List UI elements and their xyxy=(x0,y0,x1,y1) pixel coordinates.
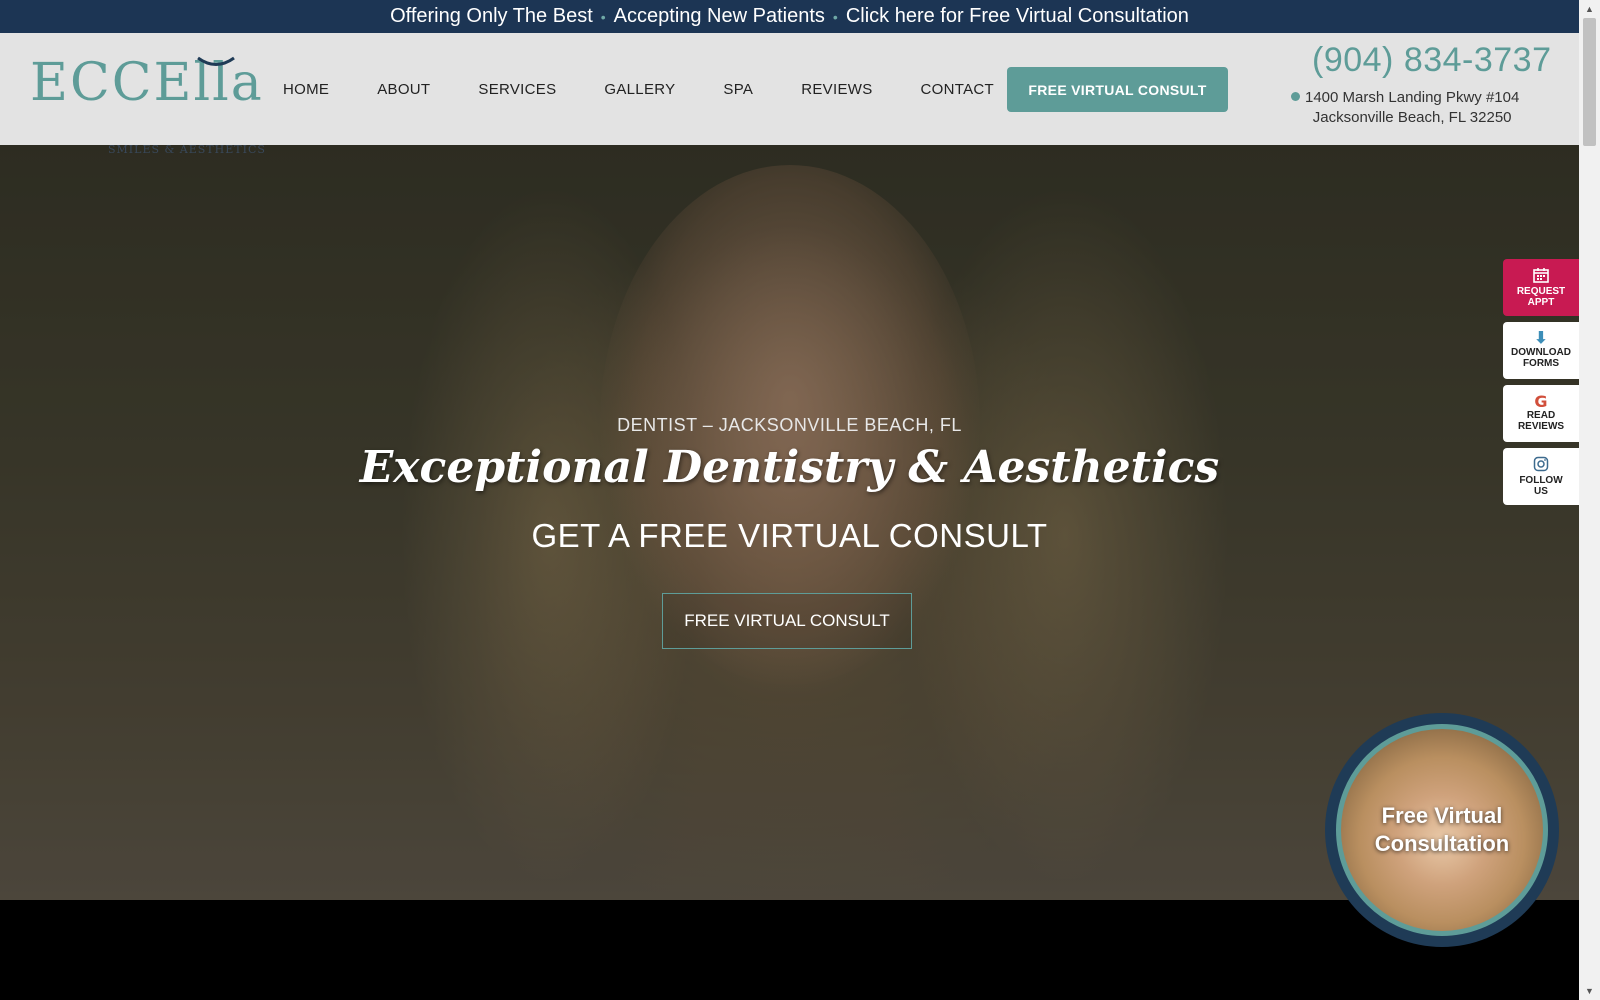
calendar-icon xyxy=(1533,268,1549,283)
hero-subtitle: DENTIST – JACKSONVILLE BEACH, FL xyxy=(617,415,962,435)
separator-dot: • xyxy=(600,8,606,25)
tab-label: APPT xyxy=(1527,297,1555,308)
separator-dot: • xyxy=(832,8,838,25)
read-reviews-tab[interactable]: G READ REVIEWS xyxy=(1503,385,1579,442)
address-line-1: 1400 Marsh Landing Pkwy #104 xyxy=(1305,89,1520,106)
announcement-item-best[interactable]: Offering Only The Best xyxy=(390,5,593,28)
logo-tagline: SMILES & AESTHETICS xyxy=(108,143,266,156)
logo[interactable]: ECCElla SMILES & AESTHETICS xyxy=(30,51,265,156)
address-line-2: Jacksonville Beach, FL 32250 xyxy=(1312,109,1512,126)
main-nav: HOME ABOUT SERVICES GALLERY SPA REVIEWS … xyxy=(283,33,1042,145)
virtual-consult-photo: Free Virtual Consultation xyxy=(1336,724,1548,936)
follow-us-tab[interactable]: FOLLOW US xyxy=(1503,448,1579,505)
hero-title: Exceptional Dentistry & Aesthetics xyxy=(359,442,1220,493)
nav-spa[interactable]: SPA xyxy=(723,81,753,98)
nav-services[interactable]: SERVICES xyxy=(478,81,556,98)
tab-label: REQUEST xyxy=(1516,286,1566,297)
nav-home[interactable]: HOME xyxy=(283,81,329,98)
tab-label: FORMS xyxy=(1522,357,1560,369)
virtual-consult-label: Free Virtual Consultation xyxy=(1374,803,1510,856)
scroll-up-arrow-icon[interactable]: ▲ xyxy=(1585,4,1594,14)
announcement-bar[interactable]: Offering Only The Best • Accepting New P… xyxy=(0,0,1579,33)
hero-consult-button[interactable]: FREE VIRTUAL CONSULT xyxy=(662,593,912,649)
free-virtual-consult-button[interactable]: FREE VIRTUAL CONSULT xyxy=(1007,67,1228,112)
smile-swoosh-icon xyxy=(197,56,235,66)
floating-side-tabs: REQUEST APPT ⬇ DOWNLOAD FORMS G READ REV… xyxy=(1503,259,1579,511)
scrollbar-thumb[interactable] xyxy=(1583,18,1596,146)
hero-tagline: GET A FREE VIRTUAL CONSULT xyxy=(531,517,1048,554)
site-header: ECCElla SMILES & AESTHETICS HOME ABOUT S… xyxy=(0,33,1579,156)
scroll-down-arrow-icon[interactable]: ▼ xyxy=(1585,986,1594,996)
nav-contact[interactable]: CONTACT xyxy=(921,81,994,98)
address[interactable]: 1400 Marsh Landing Pkwy #104 Jacksonvill… xyxy=(1291,88,1520,128)
nav-gallery[interactable]: GALLERY xyxy=(604,81,675,98)
virtual-consult-widget[interactable]: Free Virtual Consultation xyxy=(1325,713,1559,947)
tab-label: REVIEWS xyxy=(1517,420,1565,432)
google-icon: G xyxy=(1534,391,1548,411)
request-appt-tab[interactable]: REQUEST APPT xyxy=(1503,259,1579,316)
download-icon: ⬇ xyxy=(1534,329,1548,347)
nav-reviews[interactable]: REVIEWS xyxy=(801,81,872,98)
download-forms-tab[interactable]: ⬇ DOWNLOAD FORMS xyxy=(1503,322,1579,379)
announcement-item-patients[interactable]: Accepting New Patients xyxy=(614,5,825,28)
instagram-icon xyxy=(1533,456,1549,472)
tab-label: FOLLOW xyxy=(1519,475,1563,486)
map-pin-icon xyxy=(1291,92,1300,101)
announcement-item-consult[interactable]: Click here for Free Virtual Consultation xyxy=(846,5,1189,28)
page-scrollbar[interactable]: ▲ ▼ xyxy=(1579,0,1600,1000)
phone-number[interactable]: (904) 834-3737 xyxy=(1312,41,1552,80)
tab-label: US xyxy=(1534,486,1548,497)
tab-label: DOWNLOAD xyxy=(1511,346,1571,358)
nav-about[interactable]: ABOUT xyxy=(377,81,430,98)
tab-label: READ xyxy=(1526,409,1556,421)
